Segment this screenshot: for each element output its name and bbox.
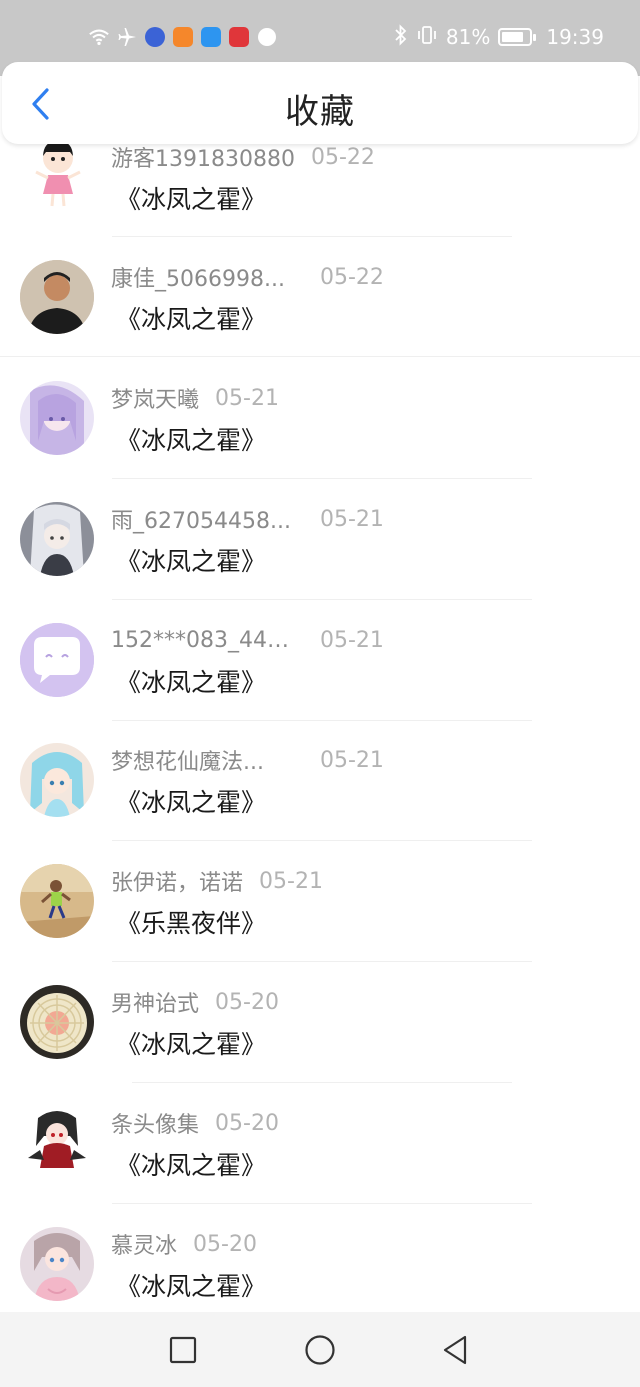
battery-icon [498, 28, 537, 46]
avatar [18, 138, 98, 218]
list-item[interactable]: 男神诒式 05-20 《冰凤之霍》 [0, 963, 640, 1084]
circle-home-icon [305, 1335, 335, 1365]
header: 收藏 [2, 62, 638, 144]
book-title: 《冰凤之霍》 [116, 547, 267, 576]
date: 05-21 [259, 868, 323, 894]
date: 05-21 [320, 747, 384, 773]
item-meta: 康佳_5066998... 05-22 [111, 262, 384, 293]
music-app-icon [144, 26, 166, 48]
date: 05-22 [310, 144, 375, 170]
search-app-icon [200, 26, 222, 48]
recent-apps-button[interactable] [163, 1330, 203, 1370]
book-title: 《冰凤之霍》 [116, 305, 267, 334]
avatar [20, 381, 94, 455]
avatar [20, 623, 94, 697]
clock: 19:39 [546, 25, 604, 49]
battery-percent: 81% [445, 25, 491, 49]
username: 雨_627054458... [111, 509, 291, 534]
wifi-icon [88, 26, 110, 48]
username: 152***083_441... [111, 627, 291, 653]
book-title: 《冰凤之霍》 [116, 668, 267, 697]
item-meta: 梦岚天曦 05-21 [111, 383, 279, 414]
date: 05-21 [320, 506, 384, 532]
list-item[interactable]: 152***083_441... 05-21 《冰凤之霍》 [0, 601, 640, 722]
avatar [20, 1227, 94, 1301]
list-item[interactable]: 慕灵冰 05-20 《冰凤之霍》 [0, 1205, 640, 1326]
date: 05-20 [193, 1231, 257, 1257]
huawei-app-icon [228, 26, 250, 48]
list-item[interactable]: 雨_627054458... 05-21 《冰凤之霍》 [0, 480, 640, 601]
divider [112, 961, 532, 962]
square-recent-icon [169, 1336, 197, 1364]
item-meta: 男神诒式 05-20 [111, 987, 279, 1018]
book-title: 《冰凤之霍》 [116, 1030, 267, 1059]
list-item[interactable]: 梦岚天曦 05-21 《冰凤之霍》 [0, 359, 640, 480]
divider [132, 1082, 512, 1083]
date: 05-21 [215, 385, 279, 411]
browser-app-icon [256, 26, 278, 48]
divider [112, 599, 532, 600]
item-meta: 游客1391830880 05-22 [111, 142, 375, 173]
avatar [20, 864, 94, 938]
username: 条头像集 [111, 1113, 200, 1138]
video-app-icon [172, 26, 194, 48]
item-meta: 152***083_441... 05-21 [111, 625, 384, 655]
list-item[interactable]: 张伊诺，诺诺 05-21 《乐黑夜伴》 [0, 842, 640, 963]
system-nav-bar [0, 1312, 640, 1387]
date: 05-20 [215, 989, 279, 1015]
airplane-icon [116, 26, 138, 48]
divider [112, 236, 512, 237]
avatar [20, 1106, 94, 1180]
book-title: 《冰凤之霍》 [116, 788, 267, 817]
page-title: 收藏 [285, 92, 355, 132]
divider [0, 356, 640, 357]
book-title: 《冰凤之霍》 [116, 1151, 267, 1180]
date: 05-22 [320, 264, 384, 290]
list-item[interactable]: 康佳_5066998... 05-22 《冰凤之霍》 [0, 238, 640, 359]
vibrate-icon [416, 24, 438, 51]
book-title: 《冰凤之霍》 [116, 1272, 267, 1301]
avatar [20, 502, 94, 576]
username: 梦岚天曦 [111, 388, 200, 413]
username: 张伊诺，诺诺 [111, 871, 244, 896]
avatar [20, 985, 94, 1059]
avatar [20, 260, 94, 334]
item-meta: 慕灵冰 05-20 [111, 1229, 257, 1260]
username: 梦想花仙魔法... [111, 750, 264, 775]
item-meta: 梦想花仙魔法... 05-21 [111, 745, 384, 776]
divider [112, 1203, 532, 1204]
list-item[interactable]: 条头像集 05-20 《冰凤之霍》 [0, 1084, 640, 1205]
date: 05-21 [320, 627, 384, 653]
divider [112, 840, 532, 841]
date: 05-20 [215, 1110, 279, 1136]
home-button[interactable] [300, 1330, 340, 1370]
book-title: 《冰凤之霍》 [116, 185, 267, 214]
username: 游客1391830880 [111, 147, 295, 172]
username: 男神诒式 [111, 992, 200, 1017]
bluetooth-icon [394, 23, 408, 51]
list-item[interactable]: 梦想花仙魔法... 05-21 《冰凤之霍》 [0, 721, 640, 842]
avatar [20, 743, 94, 817]
item-meta: 条头像集 05-20 [111, 1108, 279, 1139]
username: 康佳_5066998... [111, 267, 285, 292]
item-meta: 雨_627054458... 05-21 [111, 504, 384, 535]
book-title: 《乐黑夜伴》 [116, 909, 267, 938]
book-title: 《冰凤之霍》 [116, 426, 267, 455]
nav-back-button[interactable] [435, 1330, 475, 1370]
triangle-back-icon [443, 1335, 467, 1365]
item-meta: 张伊诺，诺诺 05-21 [111, 866, 323, 897]
username: 慕灵冰 [111, 1234, 178, 1259]
divider [112, 478, 532, 479]
